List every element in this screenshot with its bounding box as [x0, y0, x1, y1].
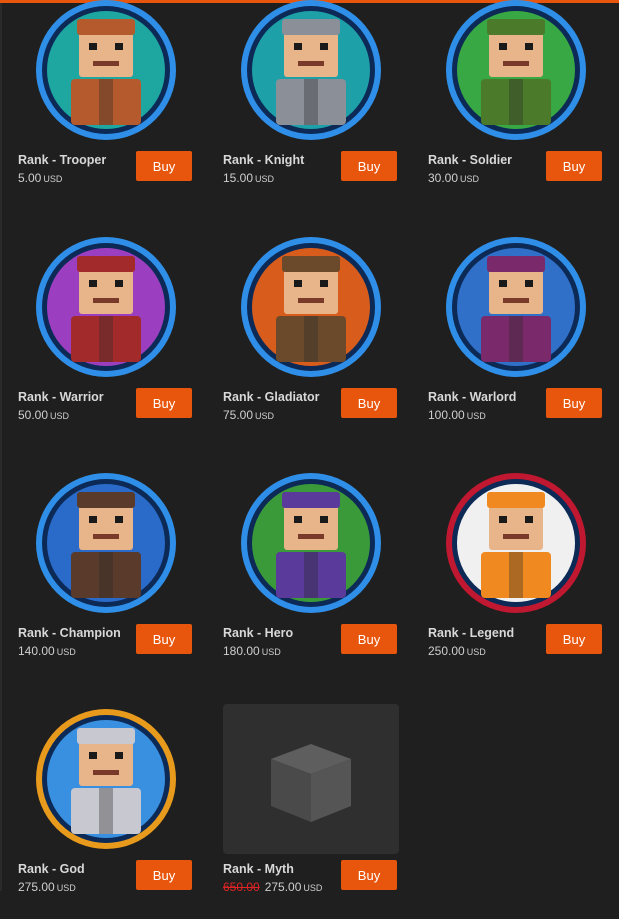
original-price: 650.00 — [223, 880, 260, 894]
product-card: Rank - Myth 650.00 275.00 USD Buy — [223, 704, 413, 919]
price-value: 275.00 — [18, 880, 55, 894]
product-price: 5.00 USD — [18, 171, 62, 185]
product-title[interactable]: Rank - Myth — [223, 862, 294, 876]
product-card: Rank - Warrior 50.00 USD Buy — [18, 232, 208, 447]
product-title[interactable]: Rank - Warrior — [18, 390, 104, 404]
buy-button[interactable]: Buy — [546, 151, 602, 181]
price-value: 140.00 — [18, 644, 55, 658]
buy-button[interactable]: Buy — [341, 388, 397, 418]
buy-button[interactable]: Buy — [136, 388, 192, 418]
product-price: 50.00 USD — [18, 408, 69, 422]
product-price: 15.00 USD — [223, 171, 274, 185]
buy-button[interactable]: Buy — [136, 624, 192, 654]
product-card: Rank - Knight 15.00 USD Buy — [223, 0, 413, 210]
product-price: 30.00 USD — [428, 171, 479, 185]
buy-button[interactable]: Buy — [341, 624, 397, 654]
product-title[interactable]: Rank - God — [18, 862, 85, 876]
buy-button[interactable]: Buy — [546, 388, 602, 418]
product-card: Rank - Trooper 5.00 USD Buy — [18, 0, 208, 210]
placeholder-box[interactable] — [223, 704, 399, 854]
currency-label: USD — [56, 647, 76, 657]
soldier-avatar[interactable] — [428, 0, 604, 145]
currency-label: USD — [43, 174, 63, 184]
product-price: 650.00 275.00 USD — [223, 880, 322, 894]
price-value: 30.00 — [428, 171, 459, 185]
warlord-avatar[interactable] — [428, 232, 604, 382]
product-card: Rank - Warlord 100.00 USD Buy — [428, 232, 618, 447]
left-border — [0, 3, 2, 891]
product-title[interactable]: Rank - Legend — [428, 626, 514, 640]
product-price: 100.00 USD — [428, 408, 486, 422]
product-card: Rank - God 275.00 USD Buy — [18, 704, 208, 919]
currency-label: USD — [303, 883, 323, 893]
knight-avatar[interactable] — [223, 0, 399, 145]
buy-button[interactable]: Buy — [341, 860, 397, 890]
gladiator-avatar[interactable] — [223, 232, 399, 382]
price-value: 100.00 — [428, 408, 465, 422]
hero-avatar[interactable] — [223, 468, 399, 618]
currency-label: USD — [466, 411, 486, 421]
god-avatar[interactable] — [18, 704, 194, 854]
product-title[interactable]: Rank - Trooper — [18, 153, 106, 167]
product-price: 75.00 USD — [223, 408, 274, 422]
product-price: 250.00 USD — [428, 644, 486, 658]
currency-label: USD — [255, 174, 275, 184]
currency-label: USD — [261, 647, 281, 657]
currency-label: USD — [466, 647, 486, 657]
price-value: 180.00 — [223, 644, 260, 658]
product-price: 180.00 USD — [223, 644, 281, 658]
product-card: Rank - Champion 140.00 USD Buy — [18, 468, 208, 683]
price-value: 275.00 — [264, 880, 302, 894]
buy-button[interactable]: Buy — [546, 624, 602, 654]
product-title[interactable]: Rank - Champion — [18, 626, 121, 640]
warrior-avatar[interactable] — [18, 232, 194, 382]
product-card: Rank - Gladiator 75.00 USD Buy — [223, 232, 413, 447]
product-price: 140.00 USD — [18, 644, 76, 658]
champion-avatar[interactable] — [18, 468, 194, 618]
price-value: 250.00 — [428, 644, 465, 658]
product-title[interactable]: Rank - Hero — [223, 626, 293, 640]
buy-button[interactable]: Buy — [136, 860, 192, 890]
product-price: 275.00 USD — [18, 880, 76, 894]
legend-avatar[interactable] — [428, 468, 604, 618]
product-title[interactable]: Rank - Warlord — [428, 390, 516, 404]
product-title[interactable]: Rank - Gladiator — [223, 390, 320, 404]
currency-label: USD — [255, 411, 275, 421]
product-card: Rank - Hero 180.00 USD Buy — [223, 468, 413, 683]
product-title[interactable]: Rank - Knight — [223, 153, 304, 167]
currency-label: USD — [460, 174, 480, 184]
buy-button[interactable]: Buy — [341, 151, 397, 181]
trooper-avatar[interactable] — [18, 0, 194, 145]
price-value: 5.00 — [18, 171, 42, 185]
currency-label: USD — [50, 411, 70, 421]
product-card: Rank - Legend 250.00 USD Buy — [428, 468, 618, 683]
product-card: Rank - Soldier 30.00 USD Buy — [428, 0, 618, 210]
price-value: 75.00 — [223, 408, 254, 422]
product-title[interactable]: Rank - Soldier — [428, 153, 512, 167]
currency-label: USD — [56, 883, 76, 893]
buy-button[interactable]: Buy — [136, 151, 192, 181]
price-value: 50.00 — [18, 408, 49, 422]
price-value: 15.00 — [223, 171, 254, 185]
